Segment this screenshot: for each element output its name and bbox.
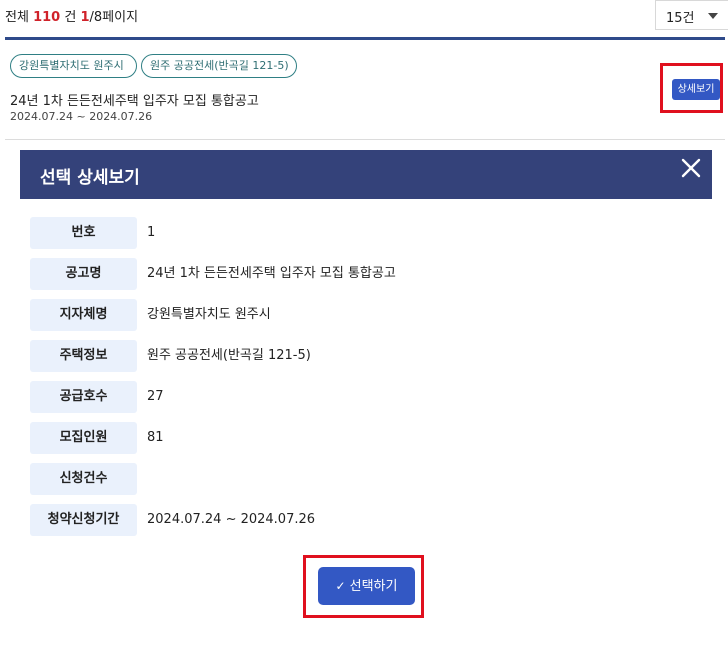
detail-row-municipality: 지자체명 강원특별자치도 원주시 xyxy=(30,299,630,331)
row-label: 주택정보 xyxy=(30,340,137,372)
row-label: 공고명 xyxy=(30,258,137,290)
row-value: 27 xyxy=(147,389,164,404)
item-title: 24년 1차 든든전세주택 입주자 모집 통합공고 xyxy=(10,94,259,109)
detail-row-application-count: 신청건수 xyxy=(30,463,630,495)
region-tag: 강원특별자치도 원주시 xyxy=(10,54,137,78)
per-page-select[interactable]: 15건 xyxy=(655,0,728,30)
detail-row-notice-name: 공고명 24년 1차 든든전세주택 입주자 모집 통합공고 xyxy=(30,258,630,290)
total-count: 110 xyxy=(33,10,61,25)
row-value: 24년 1차 든든전세주택 입주자 모집 통합공고 xyxy=(147,266,396,281)
housing-tag: 원주 공공전세(반곡길 121-5) xyxy=(141,54,297,78)
chevron-down-icon xyxy=(708,13,718,19)
total-unit: 건 xyxy=(64,10,77,25)
page-current: 1 xyxy=(80,10,90,25)
total-prefix: 전체 xyxy=(5,10,29,25)
modal-header: 선택 상세보기 xyxy=(20,150,712,199)
row-label: 지자체명 xyxy=(30,299,137,331)
row-label: 공급호수 xyxy=(30,381,137,413)
detail-button[interactable]: 상세보기 xyxy=(672,79,720,100)
detail-row-housing-info: 주택정보 원주 공공전세(반곡길 121-5) xyxy=(30,340,630,372)
per-page-value: 15건 xyxy=(666,11,695,26)
item-date: 2024.07.24 ~ 2024.07.26 xyxy=(10,110,153,123)
select-button[interactable]: ✓ 선택하기 xyxy=(318,567,415,605)
detail-row-supply-units: 공급호수 27 xyxy=(30,381,630,413)
check-icon: ✓ xyxy=(335,579,346,593)
row-label: 번호 xyxy=(30,217,137,249)
list-item: 강원특별자치도 원주시 원주 공공전세(반곡길 121-5) 24년 1차 든든… xyxy=(0,40,728,140)
row-label: 모집인원 xyxy=(30,422,137,454)
list-toolbar: 전체 110 건 1/8페이지 15건 xyxy=(0,0,728,38)
row-label: 청약신청기간 xyxy=(30,504,137,536)
row-value: 81 xyxy=(147,430,164,445)
detail-row-number: 번호 1 xyxy=(30,217,630,249)
row-value: 원주 공공전세(반곡길 121-5) xyxy=(147,348,311,363)
row-value: 1 xyxy=(147,225,156,240)
item-divider xyxy=(5,139,725,140)
close-icon[interactable] xyxy=(679,156,703,180)
total-count-text: 전체 110 건 1/8페이지 xyxy=(5,6,138,25)
row-value: 강원특별자치도 원주시 xyxy=(147,307,271,322)
detail-row-application-period: 청약신청기간 2024.07.24 ~ 2024.07.26 xyxy=(30,504,630,536)
select-button-label: 선택하기 xyxy=(349,579,398,594)
page-suffix: /8페이지 xyxy=(89,10,139,25)
row-label: 신청건수 xyxy=(30,463,137,495)
detail-row-recruit-count: 모집인원 81 xyxy=(30,422,630,454)
row-value: 2024.07.24 ~ 2024.07.26 xyxy=(147,512,316,527)
modal-title: 선택 상세보기 xyxy=(40,168,140,188)
